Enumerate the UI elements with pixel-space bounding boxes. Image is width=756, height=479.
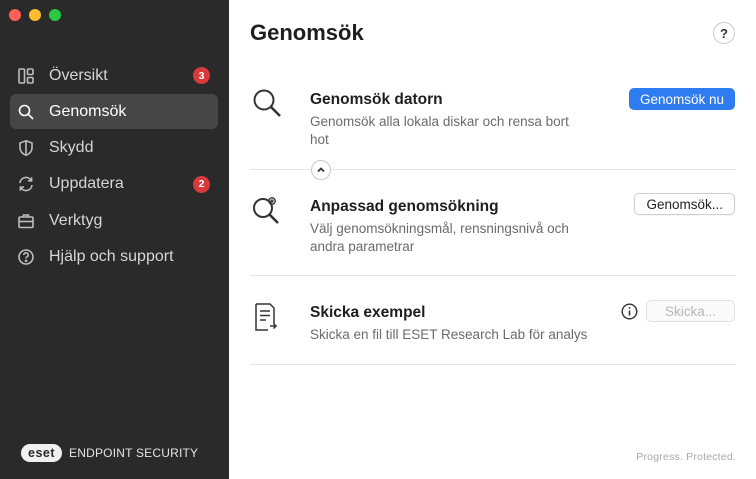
search-icon — [17, 103, 35, 121]
close-window-button[interactable] — [9, 9, 21, 21]
scan-now-button[interactable]: Genomsök nu — [628, 88, 735, 110]
sidebar-item-uppdatera[interactable]: Uppdatera 2 — [10, 167, 218, 202]
brand: eset ENDPOINT SECURITY — [21, 444, 198, 462]
collapse-button[interactable] — [311, 160, 331, 180]
main-panel: Genomsök ? Genomsök datorn Genomsök alla… — [229, 0, 756, 479]
dashboard-icon — [17, 67, 35, 85]
sidebar-item-hjalp-och-support[interactable]: Hjälp och support — [10, 239, 218, 274]
section-description: Genomsök alla lokala diskar och rensa bo… — [310, 114, 569, 147]
zoom-window-button[interactable] — [49, 9, 61, 21]
sidebar: Översikt 3 Genomsök Skydd Uppdatera 2 Ve… — [0, 0, 229, 479]
sidebar-item-label: Verktyg — [49, 211, 103, 229]
section-divider — [250, 275, 736, 276]
sidebar-item-oversikt[interactable]: Översikt 3 — [10, 58, 218, 93]
briefcase-icon — [17, 212, 35, 230]
sidebar-nav: Översikt 3 Genomsök Skydd Uppdatera 2 Ve… — [10, 58, 218, 276]
help-circle-icon — [17, 248, 35, 266]
product-name: ENDPOINT SECURITY — [69, 446, 199, 460]
app-window: Översikt 3 Genomsök Skydd Uppdatera 2 Ve… — [0, 0, 756, 479]
sidebar-item-label: Genomsök — [49, 102, 127, 120]
magnifier-gear-icon — [250, 193, 284, 227]
section-title: Genomsök datorn — [310, 91, 443, 108]
notification-badge: 2 — [193, 175, 210, 193]
section-title: Skicka exempel — [310, 304, 426, 321]
info-icon[interactable] — [621, 303, 638, 320]
sidebar-item-label: Skydd — [49, 139, 94, 157]
magnifier-icon — [250, 86, 284, 120]
chevron-up-icon — [316, 165, 326, 175]
submit-sample-button: Skicka... — [646, 300, 735, 322]
sidebar-item-label: Översikt — [49, 66, 108, 84]
section-description: Skicka en fil till ESET Research Lab för… — [310, 327, 588, 342]
eset-logo: eset — [21, 444, 63, 462]
sidebar-item-verktyg[interactable]: Verktyg — [10, 203, 218, 238]
help-button[interactable]: ? — [713, 22, 735, 44]
refresh-icon — [17, 175, 35, 193]
custom-scan-button[interactable]: Genomsök... — [634, 193, 735, 215]
slogan: Progress. Protected. — [636, 451, 736, 463]
notification-badge: 3 — [193, 67, 210, 84]
window-controls — [9, 9, 61, 21]
page-title: Genomsök — [250, 20, 364, 45]
sidebar-item-skydd[interactable]: Skydd — [10, 131, 218, 166]
minimize-window-button[interactable] — [29, 9, 41, 21]
section-divider — [250, 364, 736, 365]
sidebar-item-genomsok[interactable]: Genomsök — [10, 94, 218, 130]
sidebar-item-label: Hjälp och support — [49, 247, 174, 265]
section-title: Anpassad genomsökning — [310, 198, 499, 215]
sidebar-item-label: Uppdatera — [49, 175, 124, 193]
section-description: Välj genomsökningsmål, rensningsnivå och… — [310, 221, 569, 254]
shield-icon — [17, 139, 35, 157]
document-send-icon — [250, 300, 284, 334]
